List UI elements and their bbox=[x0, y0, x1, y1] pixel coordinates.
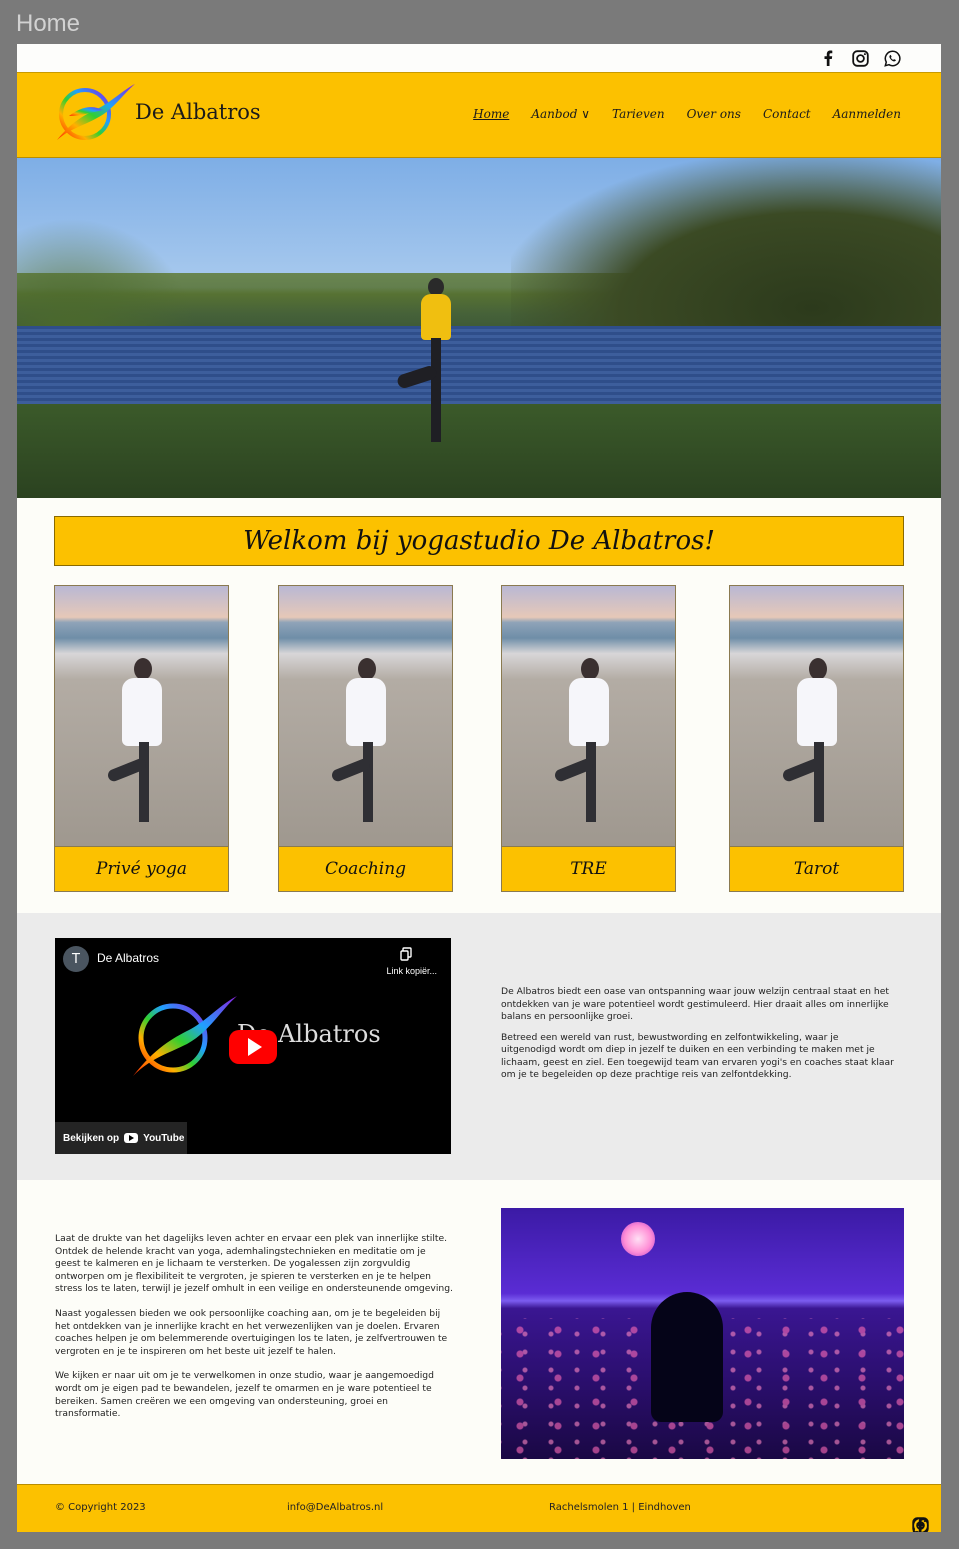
nav-item-tarieven[interactable]: Tarieven bbox=[612, 107, 665, 121]
card-prive-yoga[interactable]: Privé yoga bbox=[54, 585, 229, 892]
albatros-logo[interactable] bbox=[53, 80, 137, 146]
nav-item-over-ons[interactable]: Over ons bbox=[687, 107, 741, 121]
about-paragraph: Naast yogalessen bieden we ook persoonli… bbox=[55, 1307, 448, 1357]
instagram-icon[interactable] bbox=[851, 49, 869, 67]
intro-paragraph: De Albatros biedt een oase van ontspanni… bbox=[501, 986, 889, 1022]
card-tre[interactable]: TRE bbox=[501, 585, 676, 892]
watch-on-youtube-button[interactable]: Bekijken op YouTube bbox=[55, 1122, 187, 1154]
whatsapp-icon[interactable] bbox=[911, 1516, 929, 1532]
footer: © Copyright 2023 info@DeAlbatros.nl Rach… bbox=[17, 1484, 941, 1532]
hero-image bbox=[17, 158, 941, 498]
facebook-icon[interactable] bbox=[819, 49, 837, 67]
video-logo bbox=[127, 990, 239, 1080]
top-social-bar bbox=[17, 44, 941, 72]
window-title: Home bbox=[16, 10, 81, 37]
nav-item-contact[interactable]: Contact bbox=[763, 107, 811, 121]
card-image bbox=[502, 586, 675, 846]
card-label[interactable]: Coaching bbox=[279, 846, 452, 891]
card-tarot[interactable]: Tarot bbox=[729, 585, 904, 892]
intro-text: De Albatros biedt een oase van ontspanni… bbox=[501, 986, 895, 1082]
nav-item-home[interactable]: Home bbox=[473, 107, 509, 121]
channel-name[interactable]: De Albatros bbox=[97, 951, 159, 965]
card-image bbox=[55, 586, 228, 846]
card-image bbox=[279, 586, 452, 846]
footer-address: Rachelsmolen 1 | Eindhoven bbox=[549, 1502, 691, 1513]
nav-item-aanbod[interactable]: Aanbod ∨ bbox=[531, 107, 590, 121]
card-image bbox=[730, 586, 903, 846]
copy-link-icon[interactable] bbox=[399, 946, 413, 961]
footer-email-link[interactable]: info@DeAlbatros.nl bbox=[287, 1502, 383, 1513]
about-paragraph: Laat de drukte van het dagelijks leven a… bbox=[55, 1233, 453, 1295]
footer-copyright: © Copyright 2023 bbox=[55, 1502, 146, 1513]
main-nav: Home Aanbod ∨ Tarieven Over ons Contact … bbox=[473, 107, 901, 121]
card-coaching[interactable]: Coaching bbox=[278, 585, 453, 892]
nav-item-aanmelden[interactable]: Aanmelden bbox=[833, 107, 901, 121]
card-label[interactable]: TRE bbox=[502, 846, 675, 891]
copy-link-label[interactable]: Link kopiër... bbox=[386, 966, 437, 976]
brand-name[interactable]: De Albatros bbox=[135, 100, 261, 124]
glow-room-photo bbox=[501, 1208, 904, 1459]
channel-avatar[interactable]: T bbox=[63, 946, 89, 972]
page: De Albatros Home Aanbod ∨ Tarieven Over … bbox=[17, 44, 941, 1532]
intro-paragraph: Betreed een wereld van rust, bewustwordi… bbox=[501, 1031, 894, 1081]
service-cards: Privé yoga Coaching TRE Tarot bbox=[54, 585, 904, 892]
youtube-wordmark: YouTube bbox=[143, 1132, 185, 1144]
intro-band: T De Albatros Link kopiër... De Albatros… bbox=[17, 913, 941, 1180]
about-paragraph: We kijken er naar uit om je te verwelkom… bbox=[55, 1370, 434, 1420]
play-button[interactable] bbox=[229, 1030, 277, 1064]
watch-on-label: Bekijken op bbox=[63, 1132, 120, 1144]
card-label[interactable]: Tarot bbox=[730, 846, 903, 891]
youtube-video-embed[interactable]: T De Albatros Link kopiër... De Albatros… bbox=[55, 938, 451, 1154]
welcome-heading: Welkom bij yogastudio De Albatros! bbox=[54, 516, 904, 566]
about-text: Laat de drukte van het dagelijks leven a… bbox=[55, 1233, 453, 1421]
youtube-icon bbox=[124, 1133, 139, 1143]
main-navbar: De Albatros Home Aanbod ∨ Tarieven Over … bbox=[17, 72, 941, 158]
card-label[interactable]: Privé yoga bbox=[55, 846, 228, 891]
whatsapp-icon[interactable] bbox=[883, 49, 901, 67]
